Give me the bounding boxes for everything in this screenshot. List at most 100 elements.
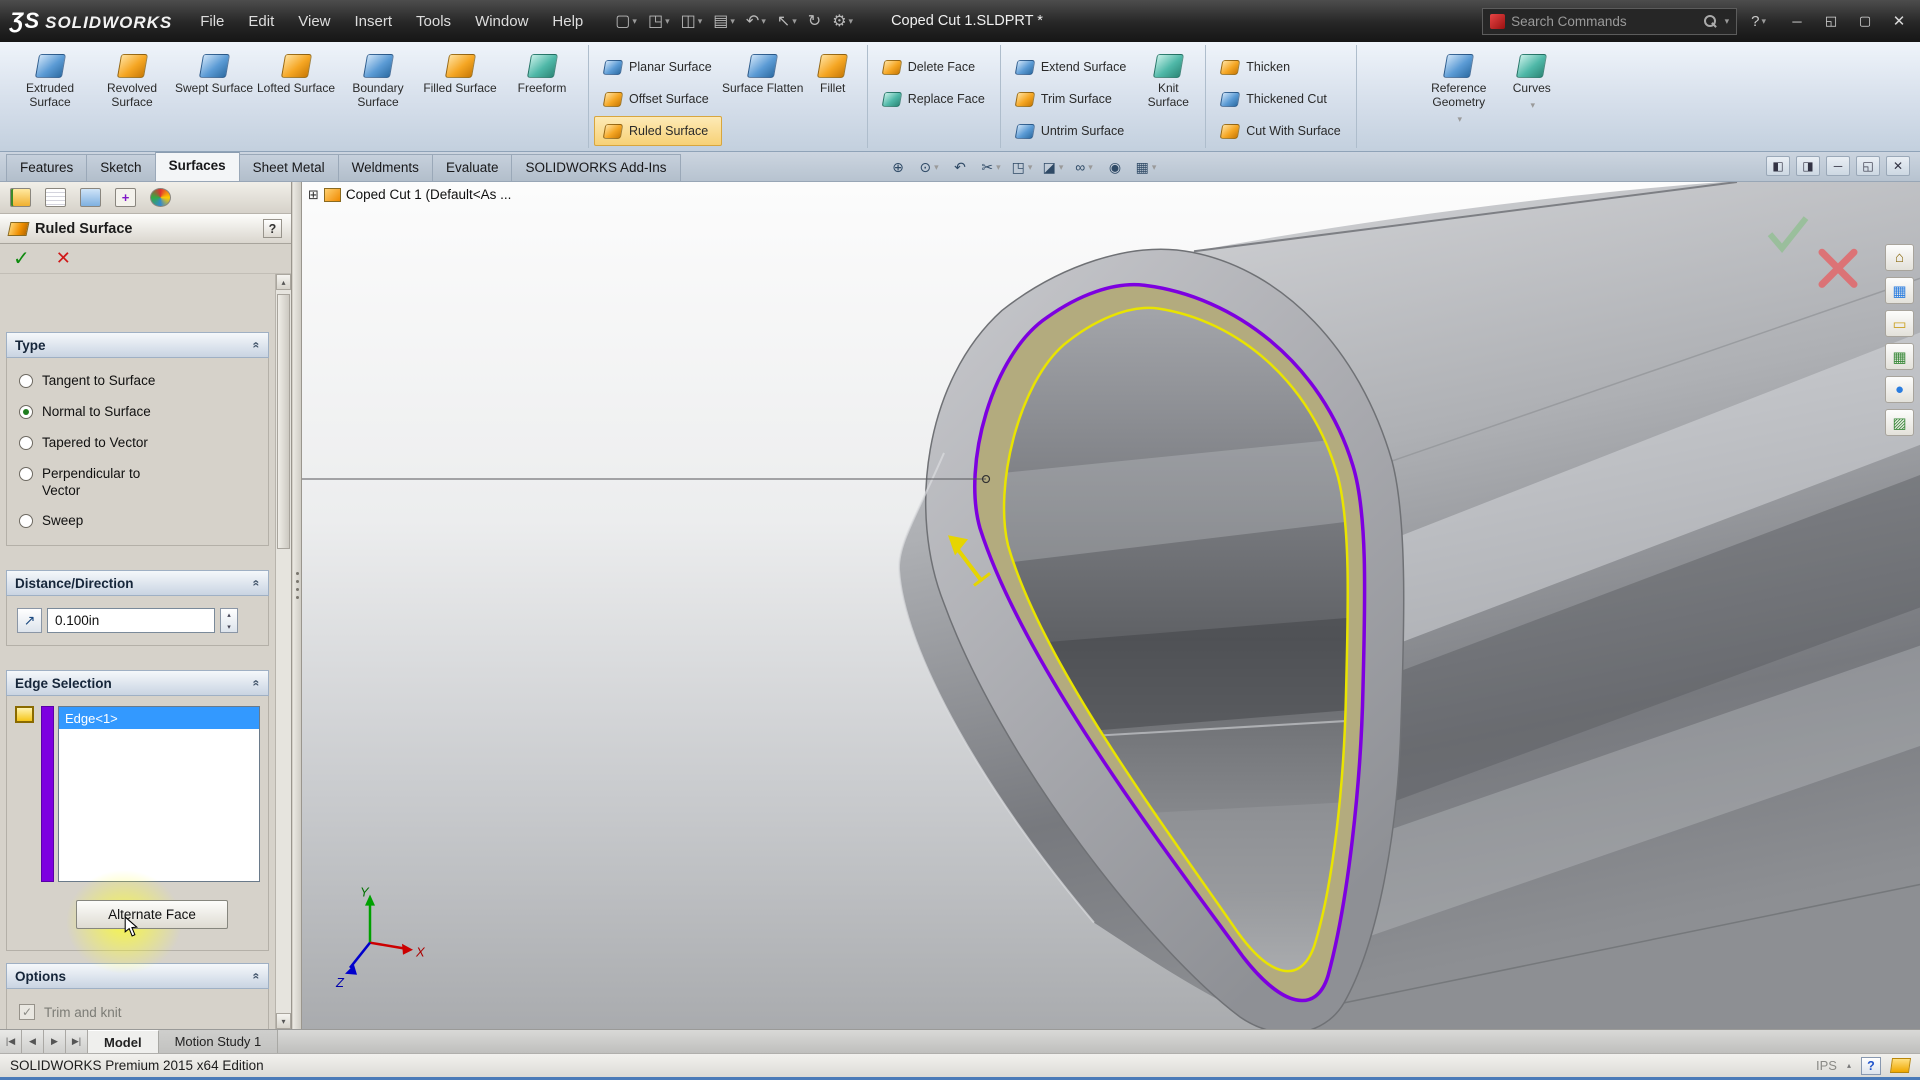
delete-face-button[interactable]: Delete Face — [873, 52, 995, 82]
nav-last-icon[interactable]: ▶| — [66, 1030, 88, 1053]
tab-sketch[interactable]: Sketch — [86, 154, 156, 181]
design-library-button[interactable]: ▦ — [1885, 277, 1914, 304]
menu-insert[interactable]: Insert — [343, 8, 405, 35]
file-explorer-button[interactable]: ▭ — [1885, 310, 1914, 337]
scroll-up-icon[interactable]: ▴ — [276, 274, 291, 290]
tab-sheet-metal[interactable]: Sheet Metal — [238, 154, 339, 181]
units-caret-icon[interactable]: ▴ — [1847, 1061, 1851, 1070]
radio-tangent-to-surface[interactable]: Tangent to Surface — [14, 366, 261, 397]
type-group-header[interactable]: Type « — [6, 332, 269, 358]
radio-tapered-to-vector[interactable]: Tapered to Vector — [14, 428, 261, 459]
radio-normal-to-surface[interactable]: Normal to Surface — [14, 397, 261, 428]
surface-flatten-button[interactable]: Surface Flatten — [722, 47, 804, 96]
thicken-button[interactable]: Thicken — [1211, 52, 1350, 82]
feature-tree-root[interactable]: ⊞ Coped Cut 1 (Default<As ... — [308, 187, 511, 202]
curves-button[interactable]: Curves ▾ — [1500, 47, 1564, 111]
dimxpert-manager-icon[interactable]: + — [115, 188, 136, 207]
graphics-viewport[interactable]: Y X Z ⊞ Coped Cut 1 (Default<As ... ⌂ ▦ … — [302, 182, 1920, 1029]
nav-next-icon[interactable]: ▶ — [44, 1030, 66, 1053]
units-selector[interactable]: IPS — [1816, 1058, 1837, 1073]
custom-properties-button[interactable]: ▨ — [1885, 409, 1914, 436]
ruled-surface-button[interactable]: Ruled Surface — [594, 116, 722, 146]
nav-prev-icon[interactable]: ◀ — [22, 1030, 44, 1053]
appearances-scenes-button[interactable]: ● — [1885, 376, 1914, 403]
radio-sweep[interactable]: Sweep — [14, 506, 261, 537]
search-commands-box[interactable]: ▾ — [1482, 7, 1738, 35]
offset-surface-button[interactable]: Offset Surface — [594, 84, 722, 114]
search-input[interactable] — [1511, 13, 1697, 29]
edge-group-header[interactable]: Edge Selection « — [6, 670, 269, 697]
apply-scene-button[interactable]: ▦ ▾ — [1133, 155, 1159, 179]
edge-list-item[interactable]: Edge<1> — [59, 707, 259, 730]
options-group-header[interactable]: Options « — [6, 963, 269, 990]
reference-geometry-button[interactable]: Reference Geometry ▾ — [1418, 47, 1500, 125]
swept-surface-button[interactable]: Swept Surface — [173, 47, 255, 96]
previous-view-button[interactable]: ↶ — [947, 155, 973, 179]
scroll-down-icon[interactable]: ▾ — [276, 1013, 291, 1029]
untrim-surface-button[interactable]: Untrim Surface — [1006, 116, 1136, 146]
restore-button[interactable]: ◱ — [1814, 7, 1848, 35]
filled-surface-button[interactable]: Filled Surface — [419, 47, 501, 96]
pm-help-button[interactable]: ? — [263, 219, 282, 238]
nav-first-icon[interactable]: |◀ — [0, 1030, 22, 1053]
maximize-button[interactable]: ▢ — [1848, 7, 1882, 35]
trim-surface-button[interactable]: Trim Surface — [1006, 84, 1136, 114]
revolved-surface-button[interactable]: Revolved Surface — [91, 47, 173, 110]
planar-surface-button[interactable]: Planar Surface — [594, 52, 722, 82]
panel-splitter[interactable] — [293, 182, 302, 1029]
rebuild-button[interactable]: ↻ — [804, 9, 825, 33]
tile-vertical-button[interactable]: ◨ — [1796, 156, 1820, 176]
distance-spinner[interactable]: ▴ ▾ — [220, 608, 238, 634]
zoom-area-button[interactable]: ⊙ ▾ — [916, 155, 942, 179]
checkbox-checked-icon[interactable]: ✓ — [19, 1004, 35, 1021]
spinner-down-icon[interactable]: ▾ — [221, 621, 237, 633]
tile-horizontal-button[interactable]: ◧ — [1766, 156, 1790, 176]
undo-button[interactable]: ↶ ▾ — [742, 9, 770, 33]
property-manager-icon[interactable] — [45, 188, 66, 207]
options-button[interactable]: ⚙ ▾ — [828, 9, 857, 33]
edge-selection-list[interactable]: Edge<1> — [58, 706, 260, 883]
configuration-manager-icon[interactable] — [80, 188, 101, 207]
ok-button[interactable]: ✓ — [13, 246, 30, 271]
zoom-fit-button[interactable]: ⊕ — [885, 155, 911, 179]
fillet-button[interactable]: Fillet — [804, 47, 862, 96]
minimize-button[interactable]: ─ — [1780, 7, 1814, 35]
edit-appearance-button[interactable]: ◉ — [1102, 155, 1128, 179]
close-button[interactable]: ✕ — [1882, 7, 1916, 35]
spinner-up-icon[interactable]: ▴ — [221, 609, 237, 621]
tab-motion-study[interactable]: Motion Study 1 — [158, 1030, 279, 1053]
boundary-surface-button[interactable]: Boundary Surface — [337, 47, 419, 110]
open-document-button[interactable]: ◳ ▾ — [644, 9, 674, 33]
trim-and-knit-checkbox-row[interactable]: ✓ Trim and knit — [14, 997, 261, 1027]
direction-icon[interactable]: ↗ — [17, 608, 42, 634]
tab-surfaces[interactable]: Surfaces — [154, 151, 240, 181]
view-orientation-button[interactable]: ◳ ▾ — [1009, 155, 1035, 179]
doc-restore-button[interactable]: ◱ — [1856, 156, 1880, 176]
menu-tools[interactable]: Tools — [404, 8, 463, 35]
menu-help[interactable]: Help — [540, 8, 595, 35]
hide-show-items-button[interactable]: ∞ ▾ — [1071, 155, 1097, 179]
menu-file[interactable]: File — [188, 8, 236, 35]
alternate-face-button[interactable]: Alternate Face — [76, 900, 228, 930]
cut-with-surface-button[interactable]: Cut With Surface — [1211, 116, 1350, 146]
extend-surface-button[interactable]: Extend Surface — [1006, 52, 1136, 82]
cancel-button[interactable]: ✕ — [56, 248, 71, 269]
menu-view[interactable]: View — [286, 8, 342, 35]
radio-perpendicular-to-vector[interactable]: Perpendicular to Vector — [14, 459, 184, 507]
knit-surface-button[interactable]: Knit Surface — [1136, 47, 1200, 110]
extruded-surface-button[interactable]: Extruded Surface — [9, 47, 91, 110]
new-document-button[interactable]: ▢ ▾ — [611, 9, 641, 33]
model-3d-view[interactable]: Y X Z — [302, 182, 1920, 1029]
help-menu[interactable]: ? ▾ — [1751, 13, 1766, 30]
status-help-button[interactable]: ? — [1861, 1056, 1881, 1075]
freeform-button[interactable]: Freeform — [501, 47, 583, 96]
scrollbar-thumb[interactable] — [277, 294, 290, 549]
tab-solidworks-add-ins[interactable]: SOLIDWORKS Add-Ins — [511, 154, 681, 181]
feature-manager-tree-icon[interactable] — [10, 188, 31, 207]
tab-weldments[interactable]: Weldments — [337, 154, 433, 181]
tab-evaluate[interactable]: Evaluate — [431, 154, 513, 181]
distance-input[interactable] — [47, 608, 215, 634]
replace-face-button[interactable]: Replace Face — [873, 84, 995, 114]
display-style-button[interactable]: ◪ ▾ — [1040, 155, 1066, 179]
distance-group-header[interactable]: Distance/Direction « — [6, 570, 269, 597]
